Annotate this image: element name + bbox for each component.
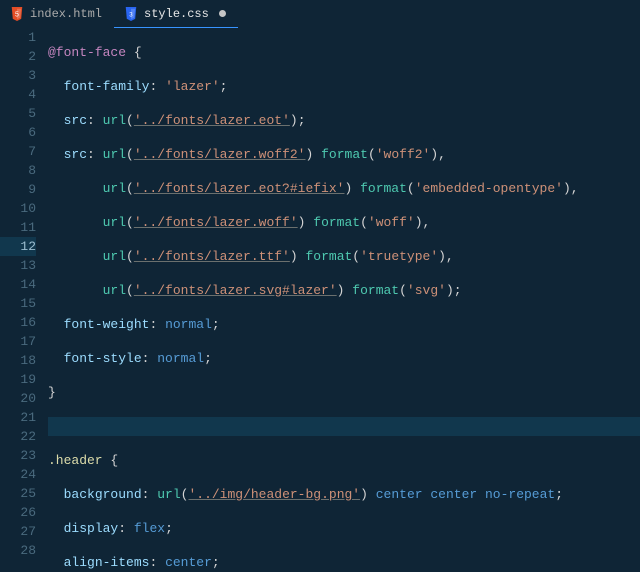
code-line: src: url('../fonts/lazer.eot');	[48, 111, 640, 130]
code-line: background: url('../img/header-bg.png') …	[48, 485, 640, 504]
line-number: 8	[0, 161, 36, 180]
line-number: 11	[0, 218, 36, 237]
line-number: 5	[0, 104, 36, 123]
html-icon: 5	[10, 7, 24, 21]
line-number: 22	[0, 427, 36, 446]
line-number: 3	[0, 66, 36, 85]
tab-label: style.css	[144, 7, 209, 21]
code-line: font-weight: normal;	[48, 315, 640, 334]
code-line: url('../fonts/lazer.woff') format('woff'…	[48, 213, 640, 232]
svg-text:5: 5	[15, 11, 19, 18]
line-number: 27	[0, 522, 36, 541]
code-line: font-family: 'lazer';	[48, 77, 640, 96]
code-line: display: flex;	[48, 519, 640, 538]
line-number: 6	[0, 123, 36, 142]
code-content[interactable]: @font-face { font-family: 'lazer'; src: …	[48, 28, 640, 572]
tab-bar: 5 index.html 3 style.css	[0, 0, 640, 28]
dirty-indicator-icon	[219, 10, 226, 17]
line-number: 18	[0, 351, 36, 370]
code-line: url('../fonts/lazer.svg#lazer') format('…	[48, 281, 640, 300]
line-number: 16	[0, 313, 36, 332]
line-number: 24	[0, 465, 36, 484]
line-number: 17	[0, 332, 36, 351]
line-number: 10	[0, 199, 36, 218]
line-number: 21	[0, 408, 36, 427]
line-number: 20	[0, 389, 36, 408]
line-number: 26	[0, 503, 36, 522]
line-number: 19	[0, 370, 36, 389]
line-number: 15	[0, 294, 36, 313]
code-line: src: url('../fonts/lazer.woff2') format(…	[48, 145, 640, 164]
code-line: url('../fonts/lazer.eot?#iefix') format(…	[48, 179, 640, 198]
code-line	[48, 417, 640, 436]
line-number: 25	[0, 484, 36, 503]
css-icon: 3	[124, 7, 138, 21]
code-line: url('../fonts/lazer.ttf') format('truety…	[48, 247, 640, 266]
code-editor[interactable]: 1 2 3 4 5 6 7 8 9 10 11 12 13 14 15 16 1…	[0, 28, 640, 572]
tab-index-html[interactable]: 5 index.html	[0, 0, 114, 28]
tab-label: index.html	[30, 7, 102, 21]
line-number: 13	[0, 256, 36, 275]
line-number: 4	[0, 85, 36, 104]
line-number: 7	[0, 142, 36, 161]
line-number: 1	[0, 28, 36, 47]
line-number: 12	[0, 237, 36, 256]
line-number: 28	[0, 541, 36, 560]
line-number: 2	[0, 47, 36, 66]
line-number: 9	[0, 180, 36, 199]
code-line: align-items: center;	[48, 553, 640, 572]
line-number-gutter: 1 2 3 4 5 6 7 8 9 10 11 12 13 14 15 16 1…	[0, 28, 48, 572]
line-number: 23	[0, 446, 36, 465]
svg-text:3: 3	[129, 11, 133, 18]
code-line: .header {	[48, 451, 640, 470]
code-line: font-style: normal;	[48, 349, 640, 368]
code-line: @font-face {	[48, 43, 640, 62]
line-number: 14	[0, 275, 36, 294]
tab-style-css[interactable]: 3 style.css	[114, 0, 238, 28]
code-line: }	[48, 383, 640, 402]
